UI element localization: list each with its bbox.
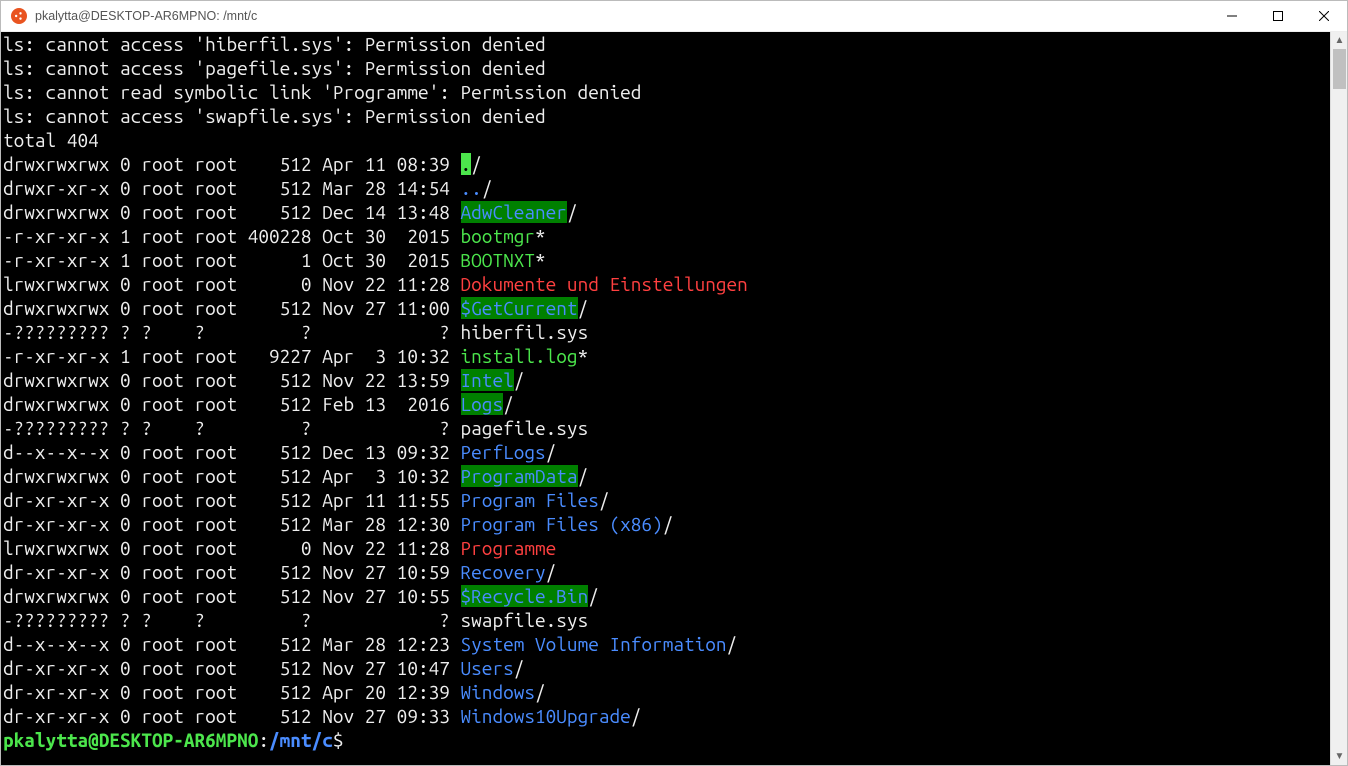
scroll-up-icon[interactable]: ▲ xyxy=(1331,32,1348,49)
maximize-button[interactable] xyxy=(1255,1,1301,32)
window-controls xyxy=(1209,1,1347,32)
titlebar[interactable]: pkalytta@DESKTOP-AR6MPNO: /mnt/c xyxy=(1,1,1347,32)
window-title: pkalytta@DESKTOP-AR6MPNO: /mnt/c xyxy=(35,9,1209,23)
scroll-thumb[interactable] xyxy=(1333,49,1346,89)
close-button[interactable] xyxy=(1301,1,1347,32)
scrollbar[interactable]: ▲ ▼ xyxy=(1330,32,1347,765)
app-window: pkalytta@DESKTOP-AR6MPNO: /mnt/c ls: can… xyxy=(0,0,1348,766)
scroll-down-icon[interactable]: ▼ xyxy=(1331,748,1348,765)
ubuntu-icon xyxy=(11,8,27,24)
terminal[interactable]: ls: cannot access 'hiberfil.sys': Permis… xyxy=(1,32,1330,765)
client-area: ls: cannot access 'hiberfil.sys': Permis… xyxy=(1,32,1347,765)
minimize-button[interactable] xyxy=(1209,1,1255,32)
